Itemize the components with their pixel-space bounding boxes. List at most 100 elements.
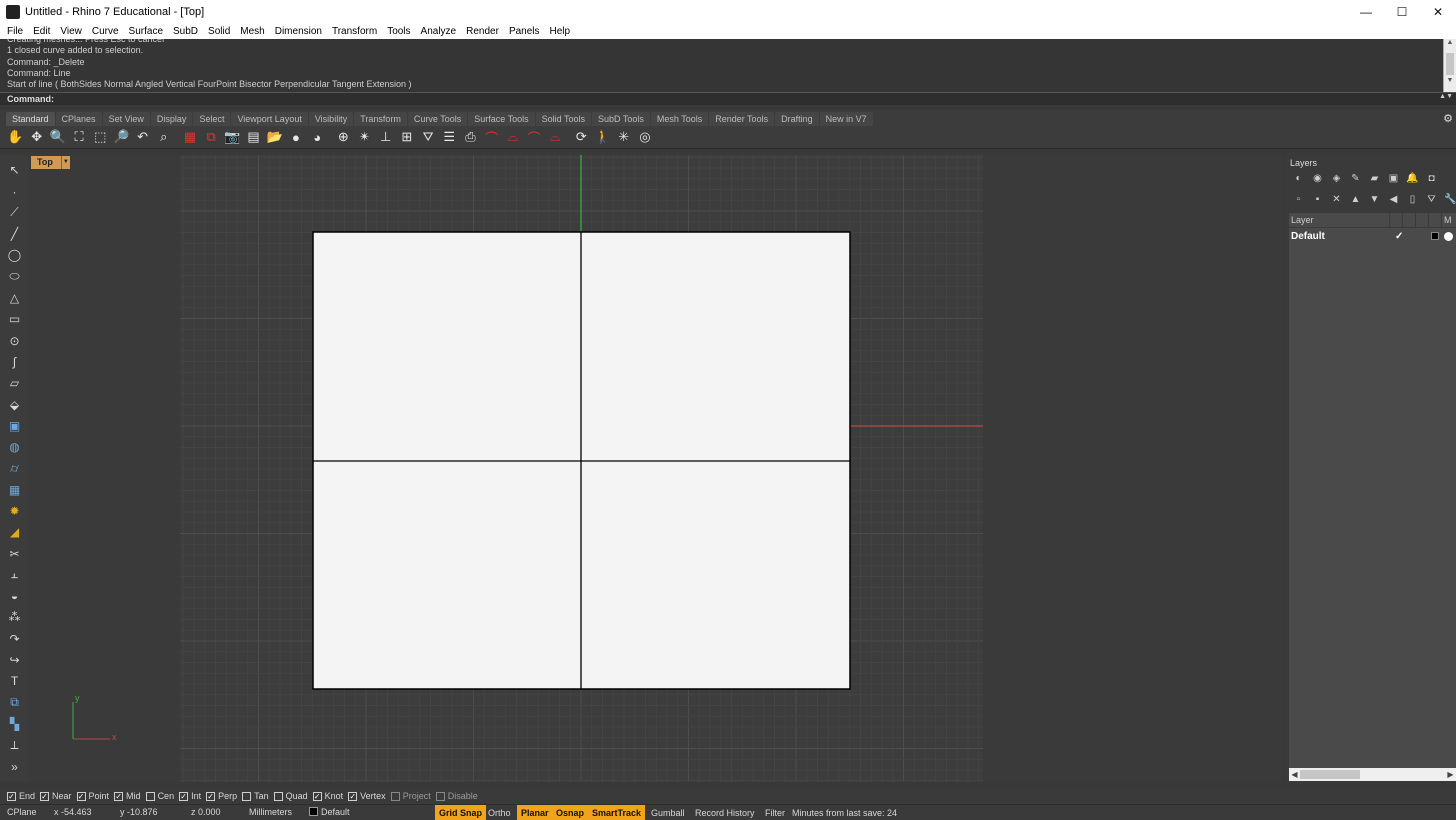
osnap-knot-checkbox[interactable]: ✓ bbox=[312, 791, 322, 801]
sphere-icon[interactable]: ◍ bbox=[6, 438, 24, 457]
menu-curve[interactable]: Curve bbox=[87, 26, 124, 37]
menu-surface[interactable]: Surface bbox=[124, 26, 168, 37]
osnap-project-checkbox[interactable] bbox=[390, 791, 400, 801]
render-icon[interactable]: ◕ bbox=[308, 128, 327, 147]
pan-icon[interactable]: ✋ bbox=[6, 128, 25, 147]
perspective-icon[interactable]: ⧉ bbox=[202, 128, 221, 147]
tab-transform[interactable]: Transform bbox=[354, 112, 407, 126]
smart-track-icon[interactable]: ✴ bbox=[355, 128, 374, 147]
materials-icon[interactable]: ◉ bbox=[1308, 171, 1327, 185]
zoom-window-icon[interactable]: ⬚ bbox=[91, 128, 110, 147]
cplane-icon[interactable]: ⊞ bbox=[397, 128, 416, 147]
tab-mesh-tools[interactable]: Mesh Tools bbox=[650, 112, 709, 126]
color-wheel-icon[interactable]: ◐ bbox=[1289, 171, 1308, 185]
tab-select[interactable]: Select bbox=[193, 112, 231, 126]
move-down-icon[interactable]: ▼ bbox=[1365, 192, 1384, 206]
tab-solid-tools[interactable]: Solid Tools bbox=[535, 112, 591, 126]
delete-layer-icon[interactable]: ✕ bbox=[1327, 192, 1346, 206]
status-toggle-smarttrack[interactable]: SmartTrack bbox=[588, 805, 646, 820]
menu-solid[interactable]: Solid bbox=[203, 26, 235, 37]
four-view-icon[interactable]: ▦ bbox=[181, 128, 200, 147]
osnap-int[interactable]: ✓ Int bbox=[179, 791, 201, 801]
polyline-icon[interactable]: ⟋ bbox=[6, 204, 24, 223]
tab-surface-tools[interactable]: Surface Tools bbox=[468, 112, 535, 126]
zoom-dynamic-icon[interactable]: 🔍 bbox=[48, 128, 67, 147]
current-layer[interactable]: Default bbox=[309, 807, 350, 817]
menu-subd[interactable]: SubD bbox=[168, 26, 203, 37]
osnap-vertex-checkbox[interactable]: ✓ bbox=[348, 791, 358, 801]
undo-view-icon[interactable]: ↶ bbox=[133, 128, 152, 147]
page-icon[interactable]: ▯ bbox=[1403, 192, 1422, 206]
zoom-target-icon[interactable]: ⌕ bbox=[154, 128, 173, 147]
offset-icon[interactable]: ↪ bbox=[6, 651, 24, 670]
tab-display[interactable]: Display bbox=[150, 112, 193, 126]
viewport-menu-chevron-down-icon[interactable]: ▼ bbox=[60, 156, 70, 169]
sun-icon[interactable]: ✳ bbox=[614, 128, 633, 147]
ellipse-icon[interactable]: ⬭ bbox=[6, 267, 24, 286]
menu-mesh[interactable]: Mesh bbox=[235, 26, 269, 37]
folder-icon[interactable]: ▰ bbox=[1365, 171, 1384, 185]
extrude-icon[interactable]: ⬙ bbox=[6, 395, 24, 414]
select-arrow-icon[interactable]: ↖ bbox=[6, 161, 24, 180]
move-left-icon[interactable]: ◀ bbox=[1384, 192, 1403, 206]
osnap-cen[interactable]: Cen bbox=[145, 791, 174, 801]
zoom-selected-icon[interactable]: 🔎 bbox=[112, 128, 131, 147]
menu-dimension[interactable]: Dimension bbox=[270, 26, 327, 37]
current-layer-check-icon[interactable]: ✓ bbox=[1395, 231, 1403, 242]
viewport-name[interactable]: Top bbox=[31, 156, 61, 169]
tab-cplanes[interactable]: CPlanes bbox=[55, 112, 102, 126]
rotate-3d-icon[interactable]: ⟳ bbox=[572, 128, 591, 147]
osnap-disable-checkbox[interactable] bbox=[435, 791, 445, 801]
rotate-view-icon[interactable]: ✥ bbox=[27, 128, 46, 147]
osnap-tan[interactable]: Tan bbox=[242, 791, 269, 801]
osnap-perp[interactable]: ✓ Perp bbox=[206, 791, 237, 801]
camera-tab-icon[interactable]: ◘ bbox=[1422, 171, 1441, 185]
circle-icon[interactable]: ◯ bbox=[6, 246, 24, 265]
osnap-point[interactable]: ✓ Point bbox=[76, 791, 109, 801]
osnap-near-checkbox[interactable]: ✓ bbox=[40, 791, 50, 801]
car-ghost-icon[interactable]: ⌓ bbox=[546, 128, 565, 147]
properties-icon[interactable]: ☰ bbox=[440, 128, 459, 147]
explode-icon[interactable]: ✹ bbox=[6, 502, 24, 521]
split-icon[interactable]: ⫠ bbox=[6, 566, 24, 585]
close-button[interactable]: ✕ bbox=[1420, 0, 1456, 23]
status-toggle-osnap[interactable]: Osnap bbox=[552, 805, 589, 820]
tab-standard[interactable]: Standard bbox=[6, 112, 55, 126]
osnap-quad[interactable]: Quad bbox=[273, 791, 308, 801]
paint-icon[interactable]: ✎ bbox=[1346, 171, 1365, 185]
menu-transform[interactable]: Transform bbox=[327, 26, 382, 37]
sphere-shaded-icon[interactable]: ● bbox=[286, 128, 305, 147]
zoom-extents-icon[interactable]: ⛶ bbox=[70, 128, 89, 147]
line-icon[interactable]: ╱ bbox=[6, 225, 24, 244]
filter-layers-icon[interactable]: ⛛ bbox=[1422, 192, 1441, 206]
maximize-button[interactable]: ☐ bbox=[1384, 0, 1420, 23]
osnap-disable[interactable]: Disable bbox=[435, 791, 478, 801]
car-rendered-icon[interactable]: ⌒ bbox=[525, 128, 544, 147]
filter-icon[interactable]: ⛛ bbox=[419, 128, 438, 147]
cylinder-icon[interactable]: ⌭ bbox=[6, 459, 24, 478]
viewport-title-tab[interactable]: Top ▼ bbox=[31, 156, 70, 169]
osnap-mid[interactable]: ✓ Mid bbox=[114, 791, 141, 801]
osnap-mid-checkbox[interactable]: ✓ bbox=[114, 791, 124, 801]
tab-subd-tools[interactable]: SubD Tools bbox=[591, 112, 650, 126]
material-column-header[interactable]: M bbox=[1444, 215, 1452, 225]
top-viewport[interactable]: xy Top ▼ bbox=[30, 155, 1283, 782]
viewport-canvas[interactable]: xy bbox=[30, 155, 1283, 782]
tab-viewport-layout[interactable]: Viewport Layout bbox=[231, 112, 308, 126]
osnap-cen-checkbox[interactable] bbox=[145, 791, 155, 801]
surface-corners-icon[interactable]: ▱ bbox=[6, 374, 24, 393]
fillet-edge-icon[interactable]: ◢ bbox=[6, 523, 24, 542]
dimension-icon[interactable]: ⟂ bbox=[6, 736, 24, 755]
new-sublayer-icon[interactable]: ▪ bbox=[1308, 192, 1327, 206]
scroll-up-icon[interactable]: ▲ bbox=[1444, 39, 1456, 51]
gear-icon[interactable]: ⚙ bbox=[1443, 112, 1453, 125]
scroll-down-icon[interactable]: ▼ bbox=[1444, 77, 1456, 89]
point-icon[interactable]: · bbox=[6, 182, 24, 201]
units-label[interactable]: Millimeters bbox=[249, 807, 292, 817]
menu-tools[interactable]: Tools bbox=[382, 26, 415, 37]
osnap-quad-checkbox[interactable] bbox=[273, 791, 283, 801]
osnap-end-checkbox[interactable]: ✓ bbox=[7, 791, 16, 801]
gumball-icon[interactable]: ⊥ bbox=[376, 128, 395, 147]
minimize-button[interactable]: — bbox=[1348, 0, 1384, 23]
text-icon[interactable]: T bbox=[6, 672, 24, 691]
